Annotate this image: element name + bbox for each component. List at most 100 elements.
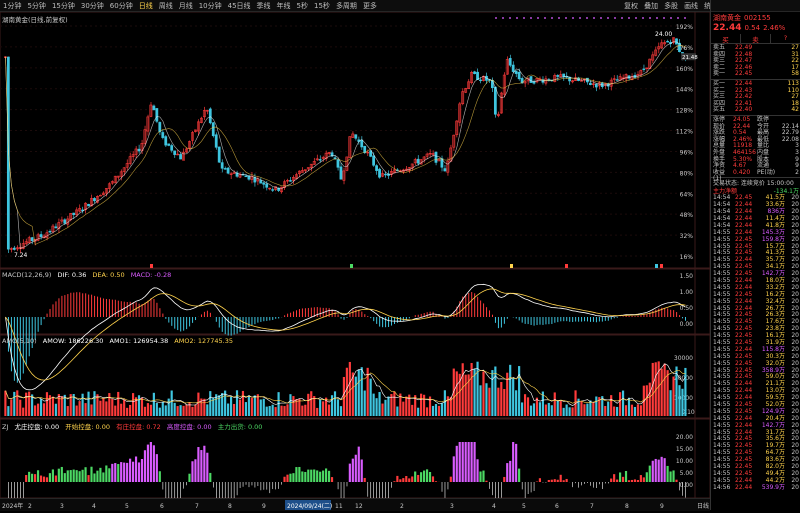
candle-body	[530, 77, 532, 83]
candle-body	[174, 151, 176, 155]
candle-body	[667, 41, 669, 42]
candle-body	[494, 87, 496, 114]
volume-bar	[533, 403, 535, 416]
order-l: 买五	[713, 107, 735, 114]
zj-bar	[46, 477, 48, 482]
period-tab-10[interactable]: 季线	[254, 1, 274, 11]
volume-bar	[82, 394, 84, 416]
period-tab-0[interactable]: 1分钟	[0, 1, 24, 11]
price-tick-label: 192%	[676, 24, 693, 31]
candle-body	[40, 234, 42, 236]
zj-bar	[355, 455, 357, 482]
volume-bar	[174, 403, 176, 416]
period-tab-1[interactable]: 5分钟	[24, 1, 48, 11]
period-tab-15[interactable]: 更多	[360, 1, 380, 11]
period-tab-5[interactable]: 日线	[136, 1, 156, 11]
candle-body	[209, 109, 211, 123]
volume-bar	[536, 398, 538, 416]
period-tab-8[interactable]: 10分钟	[196, 1, 225, 11]
volume-bar	[319, 399, 321, 416]
zj-bar	[82, 470, 84, 482]
candle-body	[260, 180, 262, 183]
trade-tab-1[interactable]: 卖	[741, 34, 771, 43]
volume-bar	[123, 399, 125, 416]
trade-tab-0[interactable]: 买	[711, 34, 741, 43]
order-book: 卖五22.4927卖四22.4831卖三22.4722卖二22.4617卖一22…	[711, 45, 800, 114]
period-tab-9[interactable]: 45日线	[225, 1, 254, 11]
volume-bar	[117, 392, 119, 416]
chart-area[interactable]: 192%176%160%144%128%112%96%80%64%48%32%1…	[0, 12, 710, 510]
tick-list[interactable]: 14:5422.4541.5万2014:5422.4433.6万2014:542…	[711, 195, 800, 491]
stock-change-pct: 2.46%	[763, 24, 785, 32]
period-tab-2[interactable]: 15分钟	[49, 1, 78, 11]
zj-bar	[554, 479, 556, 482]
volume-bar	[55, 404, 57, 416]
signal-marker	[350, 264, 353, 268]
volume-bar	[242, 391, 244, 416]
volume-bar	[349, 362, 351, 416]
volume-bar	[512, 378, 514, 416]
zj-bar	[203, 446, 205, 482]
signal-marker	[510, 264, 513, 268]
volume-bar	[355, 377, 357, 416]
candle-body	[221, 163, 223, 169]
period-tab-7[interactable]: 月线	[176, 1, 196, 11]
date-axis-label: 8	[228, 503, 232, 510]
volume-bar	[545, 405, 547, 416]
candle-body	[138, 149, 140, 151]
order-p: 22.40	[735, 107, 767, 114]
stat-l: 收益(1)	[713, 170, 733, 177]
period-tab-6[interactable]: 周线	[156, 1, 176, 11]
signal-marker	[150, 264, 153, 268]
bid-row[interactable]: 买五22.4042	[711, 107, 800, 114]
volume-bar	[16, 390, 18, 416]
period-tab-3[interactable]: 30分钟	[78, 1, 107, 11]
zj-bar	[459, 442, 461, 482]
volume-bar	[441, 403, 443, 416]
toolbar-right-item-1[interactable]: 叠加	[641, 1, 661, 11]
volume-bar	[13, 392, 15, 416]
volume-bar	[592, 403, 594, 416]
period-tab-13[interactable]: 15秒	[311, 1, 333, 11]
stock-change: 0.54	[744, 24, 760, 32]
tick-row[interactable]: 14:5622.44539.9万20	[711, 485, 800, 492]
zj-bar	[319, 472, 321, 482]
volume-bar	[625, 405, 627, 416]
stock-code: 002155	[744, 14, 771, 22]
date-axis-label: 9	[660, 503, 664, 510]
toolbar-right-item-3[interactable]: 画线	[681, 1, 701, 11]
period-tab-4[interactable]: 60分钟	[107, 1, 136, 11]
candle-body	[215, 135, 217, 148]
period-tab-14[interactable]: 多周期	[333, 1, 360, 11]
trade-status: 交易状态: 连续竞价 15:00:00	[711, 179, 800, 188]
volume-bar	[233, 404, 235, 416]
ask-row[interactable]: 卖一22.4558	[711, 71, 800, 78]
zj-l3: 有庄控盘: 0.72	[116, 423, 161, 431]
toolbar-right-item-2[interactable]: 多股	[661, 1, 681, 11]
date-axis-label: 6	[555, 503, 559, 510]
zj-bar	[619, 472, 621, 482]
zj-bar	[194, 459, 196, 482]
zj-bar	[156, 454, 158, 482]
volume-bar	[245, 402, 247, 416]
zj-bar	[52, 469, 54, 482]
volume-bar	[646, 385, 648, 416]
zj-bar	[643, 477, 645, 482]
period-tab-11[interactable]: 年线	[274, 1, 294, 11]
volume-bar	[257, 394, 259, 416]
zj-bar	[120, 462, 122, 482]
volume-bar	[343, 377, 345, 416]
candle-body	[643, 69, 645, 70]
toolbar-right-item-0[interactable]: 复权	[621, 1, 641, 11]
price-tick-label: 64%	[680, 191, 694, 198]
date-axis-label: 2024/09/24(二)	[287, 503, 332, 510]
candle-body	[64, 220, 66, 224]
zj-bar	[506, 463, 508, 482]
candle-body	[87, 204, 89, 206]
period-tab-12[interactable]: 5秒	[294, 1, 311, 11]
trade-tab-2[interactable]: ?	[771, 34, 800, 43]
volume-bar	[168, 399, 170, 416]
date-axis-label: 5	[125, 503, 129, 510]
zj-bar	[283, 477, 285, 482]
candle-body	[73, 213, 75, 215]
